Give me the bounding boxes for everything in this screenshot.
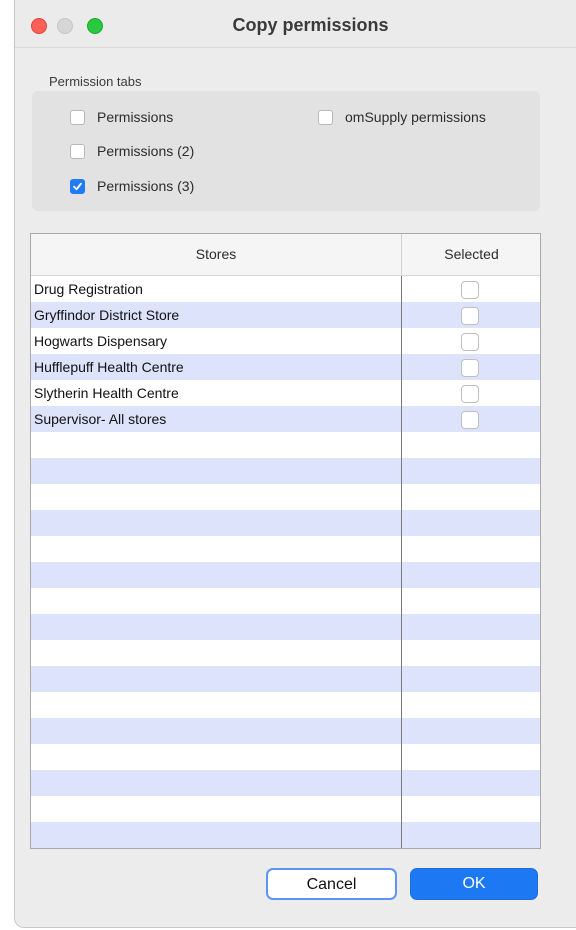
permissions-2-checkbox[interactable] (70, 143, 85, 159)
table-row[interactable]: Gryffindor District Store (31, 302, 540, 328)
table-row[interactable]: Hufflepuff Health Centre (31, 354, 540, 380)
stores-table: Stores Selected Drug Registration Gryffi… (30, 233, 541, 849)
permission-tabs-label: Permission tabs (49, 74, 142, 89)
empty-table-row (31, 640, 540, 666)
cancel-button[interactable]: Cancel (266, 868, 397, 900)
empty-table-row (31, 562, 540, 588)
store-selected-checkbox[interactable] (461, 385, 479, 403)
store-name: Slytherin Health Centre (34, 385, 179, 401)
empty-table-row (31, 718, 540, 744)
table-row[interactable]: Hogwarts Dispensary (31, 328, 540, 354)
stores-column-header[interactable]: Stores (31, 234, 402, 275)
empty-table-row (31, 692, 540, 718)
column-divider[interactable] (401, 276, 402, 848)
permissions-3-checkbox[interactable] (70, 178, 85, 194)
store-name: Hufflepuff Health Centre (34, 359, 184, 375)
permissions-2-option[interactable]: Permissions (2) (70, 143, 194, 159)
empty-table-row (31, 744, 540, 770)
empty-table-row (31, 536, 540, 562)
table-row[interactable]: Supervisor- All stores (31, 406, 540, 432)
empty-table-row (31, 796, 540, 822)
empty-table-row (31, 666, 540, 692)
omsupply-permissions-option[interactable]: omSupply permissions (318, 109, 486, 125)
empty-table-row (31, 822, 540, 848)
omsupply-permissions-checkbox[interactable] (318, 109, 333, 125)
store-name: Drug Registration (34, 281, 143, 297)
permissions-option-label: Permissions (97, 109, 174, 125)
permissions-3-option-label: Permissions (3) (97, 178, 195, 194)
checkmark-icon (73, 182, 82, 190)
permissions-option[interactable]: Permissions (70, 109, 173, 125)
store-selected-checkbox[interactable] (461, 307, 479, 325)
omsupply-permissions-option-label: omSupply permissions (345, 109, 486, 125)
table-body: Drug Registration Gryffindor District St… (31, 276, 540, 848)
selected-column-header[interactable]: Selected (402, 234, 540, 275)
store-name: Gryffindor District Store (34, 307, 180, 323)
window-title: Copy permissions (232, 15, 389, 35)
store-selected-checkbox[interactable] (461, 411, 479, 429)
table-header: Stores Selected (31, 234, 540, 276)
store-name: Hogwarts Dispensary (34, 333, 168, 349)
title-bar: Copy permissions (15, 0, 576, 48)
empty-table-row (31, 770, 540, 796)
empty-table-row (31, 432, 540, 458)
table-row[interactable]: Drug Registration (31, 276, 540, 302)
store-name: Supervisor- All stores (34, 411, 167, 427)
ok-button[interactable]: OK (410, 868, 538, 900)
empty-table-row (31, 484, 540, 510)
empty-table-row (31, 510, 540, 536)
permissions-checkbox[interactable] (70, 109, 85, 125)
store-selected-checkbox[interactable] (461, 281, 479, 299)
empty-table-row (31, 614, 540, 640)
empty-table-row (31, 458, 540, 484)
permissions-2-option-label: Permissions (2) (97, 143, 195, 159)
store-selected-checkbox[interactable] (461, 359, 479, 377)
store-selected-checkbox[interactable] (461, 333, 479, 351)
permissions-3-option[interactable]: Permissions (3) (70, 178, 194, 194)
empty-table-row (31, 588, 540, 614)
table-row[interactable]: Slytherin Health Centre (31, 380, 540, 406)
